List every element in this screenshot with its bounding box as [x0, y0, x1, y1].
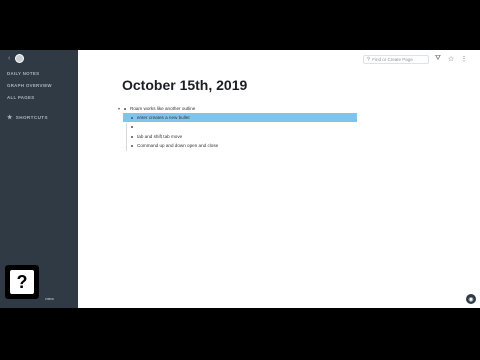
search-icon: ⚲	[367, 56, 371, 61]
list-item[interactable]: ▾ Roam works like another outline	[118, 104, 195, 113]
shortcuts-label: SHORTCUTS	[15, 115, 48, 120]
star-icon: ★	[7, 115, 13, 121]
sidebar-item-daily-notes[interactable]: DAILY NOTES	[0, 68, 78, 80]
top-bar: ⚲ Find or Create Page ⛛ ☆ ⋮	[78, 50, 480, 68]
block-text[interactable]: Command up and down open and close	[137, 143, 218, 148]
block-text[interactable]: enter creates a new bullet	[137, 115, 190, 120]
list-item[interactable]: enter creates a new bullet	[131, 113, 190, 122]
list-item[interactable]: tab and shift tab move	[131, 132, 182, 141]
indent-guide	[126, 123, 127, 151]
shortcuts-section: ★ SHORTCUTS	[0, 114, 78, 121]
help-icon: ◉	[468, 296, 474, 303]
page-title[interactable]: October 15th, 2019	[122, 77, 247, 93]
block-text[interactable]: Roam works like another outline	[130, 106, 195, 111]
bullet-dot[interactable]	[131, 135, 133, 138]
help-overlay[interactable]: ?	[5, 265, 39, 299]
left-sidebar: ‹ DAILY NOTES GRAPH OVERVIEW ALL PAGES ★…	[0, 50, 78, 308]
help-button[interactable]: ◉	[466, 294, 476, 304]
bullet-dot[interactable]	[124, 107, 126, 110]
sidebar-item-all-pages[interactable]: ALL PAGES	[0, 92, 78, 104]
more-icon[interactable]: ⋮	[460, 55, 468, 63]
search-input[interactable]: ⚲ Find or Create Page	[363, 54, 429, 64]
roam-app-window: ‹ DAILY NOTES GRAPH OVERVIEW ALL PAGES ★…	[0, 50, 480, 308]
avatar[interactable]	[15, 53, 25, 63]
caret-down-icon[interactable]: ▾	[118, 106, 122, 111]
sidebar-footer-text: ᴄʜᴇᴄᴋ	[45, 297, 54, 301]
bullet-dot[interactable]	[131, 125, 133, 128]
chevron-left-icon[interactable]: ‹	[8, 55, 10, 62]
bullet-dot[interactable]	[131, 144, 133, 147]
block-text[interactable]: tab and shift tab move	[137, 134, 182, 139]
filter-icon[interactable]: ⛛	[434, 55, 442, 63]
sidebar-item-graph-overview[interactable]: GRAPH OVERVIEW	[0, 80, 78, 92]
bullet-dot[interactable]	[131, 116, 133, 119]
list-item[interactable]	[131, 122, 137, 131]
list-item[interactable]: Command up and down open and close	[131, 141, 218, 150]
sidebar-header: ‹	[0, 50, 78, 66]
star-icon[interactable]: ☆	[447, 55, 455, 63]
question-mark-icon: ?	[10, 270, 34, 294]
search-placeholder: Find or Create Page	[372, 56, 413, 62]
